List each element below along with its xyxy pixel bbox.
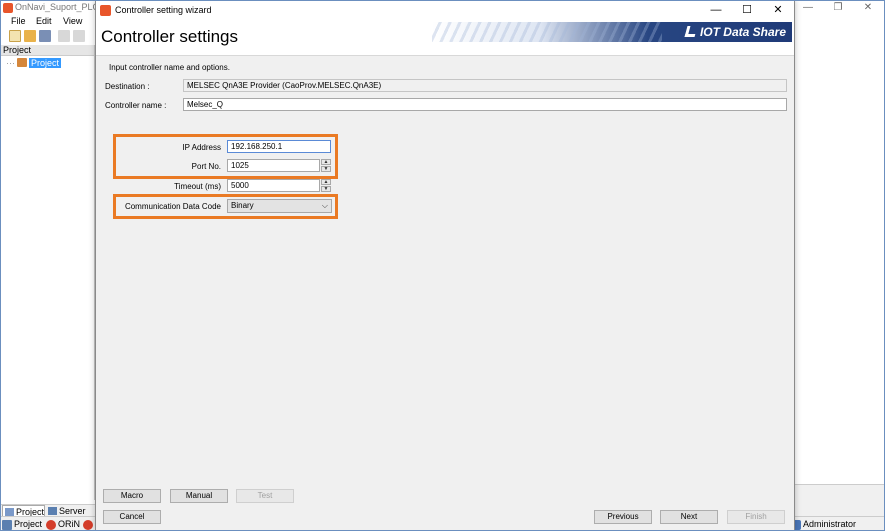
comm-code-select[interactable]: Binary ⌵: [227, 199, 332, 213]
status-extra: [82, 519, 96, 530]
dialog-header: Controller settings IOT Data Share: [96, 20, 794, 55]
comm-code-label: Communication Data Code: [124, 202, 221, 211]
spin-down-icon[interactable]: ▼: [321, 186, 331, 192]
error-status-icon: [83, 520, 93, 530]
header-divider: [96, 55, 794, 56]
menu-bar: File Edit View: [0, 16, 100, 28]
project-panel-header: Project: [0, 45, 94, 56]
page-title: Controller settings: [101, 27, 239, 46]
comm-code-value: Binary: [231, 201, 254, 210]
port-label: Port No.: [191, 162, 221, 171]
dialog-title: Controller setting wizard: [115, 5, 212, 15]
dialog-minimize-icon[interactable]: —: [701, 3, 731, 18]
timeout-label: Timeout (ms): [174, 182, 221, 191]
menu-view[interactable]: View: [63, 16, 82, 26]
timeout-spinner[interactable]: ▲ ▼: [321, 179, 331, 192]
menu-edit[interactable]: Edit: [36, 16, 52, 26]
dialog-titlebar: Controller setting wizard — ☐ ✕: [96, 1, 794, 20]
finish-button[interactable]: Finish: [727, 510, 785, 524]
ip-address-label: IP Address: [182, 143, 221, 152]
spin-up-icon[interactable]: ▲: [321, 179, 331, 185]
menu-file[interactable]: File: [11, 16, 26, 26]
cancel-button[interactable]: Cancel: [103, 510, 161, 524]
destination-field: MELSEC QnA3E Provider (CaoProv.MELSEC.Qn…: [183, 79, 787, 92]
dialog-close-icon[interactable]: ✕: [763, 3, 793, 18]
controller-name-input[interactable]: Melsec_Q: [183, 98, 787, 111]
port-spinner[interactable]: ▲ ▼: [321, 159, 331, 172]
instruction-text: Input controller name and options.: [109, 63, 230, 72]
project-tab-icon: [5, 508, 14, 516]
server-icon: [48, 507, 57, 515]
save-icon[interactable]: [39, 30, 51, 42]
timeout-input[interactable]: 5000: [227, 179, 320, 192]
brand-logo-icon: [684, 26, 698, 37]
brand-banner: IOT Data Share: [432, 22, 792, 42]
maximize-icon[interactable]: ❐: [823, 1, 853, 15]
copy-icon[interactable]: [58, 30, 70, 42]
paste-icon[interactable]: [73, 30, 85, 42]
panel-tabs: Project Server: [0, 504, 95, 517]
minimize-icon[interactable]: —: [793, 1, 823, 15]
next-button[interactable]: Next: [660, 510, 718, 524]
status-orin: ORiN: [45, 519, 80, 530]
tree-item-project[interactable]: ··· Project: [6, 58, 62, 68]
right-pane: [795, 44, 884, 484]
project-panel: Project ··· Project: [0, 45, 95, 500]
chevron-down-icon: ⌵: [321, 201, 328, 210]
orin-status-icon: [46, 520, 56, 530]
open-folder-icon[interactable]: [24, 30, 36, 42]
port-input[interactable]: 1025: [227, 159, 320, 172]
spin-down-icon[interactable]: ▼: [321, 166, 331, 172]
status-project: Project: [1, 519, 42, 530]
new-file-icon[interactable]: [9, 30, 21, 42]
wizard-app-icon: [100, 5, 111, 16]
previous-button[interactable]: Previous: [594, 510, 652, 524]
right-bottom-pane: [795, 484, 884, 516]
spin-up-icon[interactable]: ▲: [321, 159, 331, 165]
controller-setting-wizard-dialog: Controller setting wizard — ☐ ✕ Controll…: [95, 0, 795, 531]
macro-button[interactable]: Macro: [103, 489, 161, 503]
ip-address-input[interactable]: 192.168.250.1: [227, 140, 331, 153]
test-button[interactable]: Test: [236, 489, 294, 503]
manual-button[interactable]: Manual: [170, 489, 228, 503]
app-icon: [3, 3, 13, 13]
toolbar: [0, 28, 95, 44]
destination-label: Destination :: [105, 82, 150, 91]
close-icon[interactable]: ✕: [853, 1, 883, 15]
project-status-icon: [2, 520, 12, 530]
status-user: Administrator: [790, 519, 856, 530]
controller-name-label: Controller name :: [105, 101, 167, 110]
background-window-title: OnNavi_Suport_PLC_t: [15, 2, 107, 12]
brand-logo: IOT Data Share: [684, 25, 786, 39]
dialog-maximize-icon[interactable]: ☐: [732, 3, 762, 18]
project-icon: [17, 58, 27, 67]
